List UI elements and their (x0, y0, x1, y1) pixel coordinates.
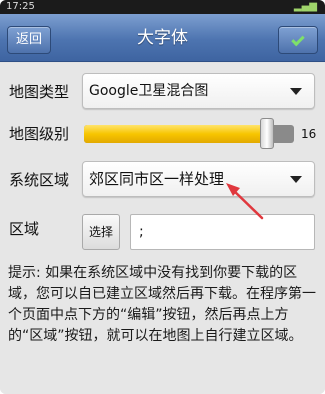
app-screen: 17:25 ▂▄▆ 大字体 返回 地图类型 Google卫星混合图 地图级别 1… (0, 0, 325, 394)
status-time: 17:25 (6, 1, 35, 12)
title-bar: 大字体 返回 (0, 14, 325, 62)
signal-icon: ▂▄▆ (293, 1, 317, 12)
settings-form: 地图类型 Google卫星混合图 地图级别 16 系统区域 郊区同市区一样处理 … (0, 63, 325, 394)
check-icon (291, 32, 305, 47)
status-bar: 17:25 ▂▄▆ (0, 0, 325, 14)
back-button[interactable]: 返回 (7, 26, 51, 54)
annotation-arrow-icon (226, 183, 264, 220)
done-button[interactable] (278, 26, 318, 54)
